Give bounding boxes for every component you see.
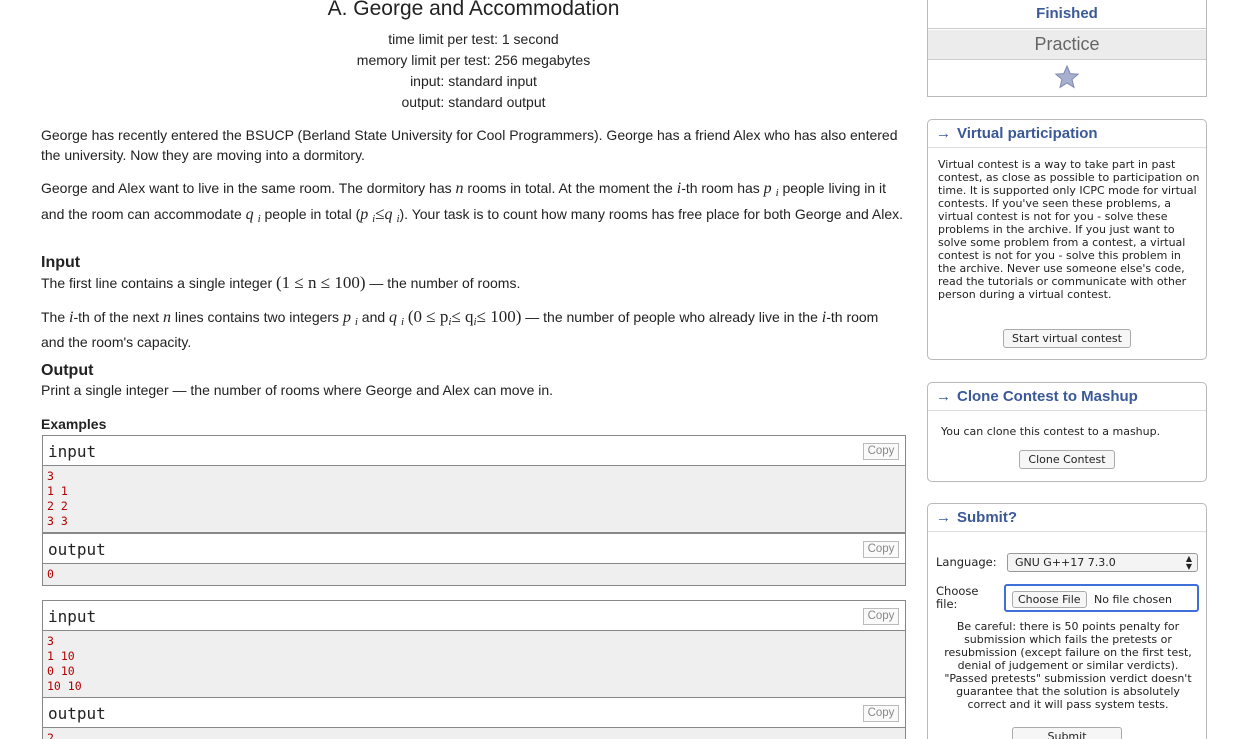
sample-input-2: input Copy 3 1 10 0 10 10 10 (42, 600, 906, 698)
submit-box: → Submit? Language: GNU G++17 7.3.0 ▲ ▼ Ch… (927, 503, 1207, 739)
copy-button[interactable]: Copy (863, 608, 899, 625)
clone-contest-button[interactable]: Clone Contest (1019, 450, 1115, 469)
choose-file-button[interactable]: Choose File (1012, 591, 1087, 608)
virtual-participation-title: → Virtual participation (928, 120, 1206, 148)
memory-limit: memory limit per test: 256 megabytes (356, 52, 591, 68)
input-file: input: standard input (410, 73, 537, 89)
clone-contest-box: → Clone Contest to Mashup You can clone t… (927, 382, 1207, 482)
language-select[interactable]: GNU G++17 7.3.0 ▲ ▼ (1007, 553, 1198, 572)
language-select-value: GNU G++17 7.3.0 (1015, 556, 1116, 569)
virtual-participation-text: Virtual contest is a way to take part in… (938, 158, 1200, 301)
sample-input-label: input (48, 442, 97, 461)
select-arrows-icon: ▲ ▼ (1185, 554, 1192, 571)
examples-title: Examples (41, 416, 107, 432)
sample-input-text: 3 1 10 0 10 10 10 (47, 634, 82, 693)
legend-paragraph-2: George and Alex want to live in the same… (41, 180, 904, 225)
contest-status-box: Finished Practice (927, 0, 1207, 97)
legend-paragraph-1: George has recently entered the BSUCP (B… (41, 127, 898, 163)
clone-contest-title: → Clone Contest to Mashup (928, 383, 1206, 411)
sample-output-1: output Copy 0 (42, 533, 906, 586)
copy-button[interactable]: Copy (863, 541, 899, 558)
penalty-warning: Be careful: there is 50 points penalty f… (944, 620, 1192, 711)
submit-title: → Submit? (928, 504, 1206, 532)
input-paragraph-2: The i-th of the next n lines contains tw… (41, 307, 879, 350)
output-paragraph: Print a single integer — the number of r… (41, 382, 554, 398)
sample-output-text: 0 (47, 567, 54, 581)
sample-output-text: 2 (47, 731, 54, 739)
time-limit: time limit per test: 1 second (388, 31, 559, 47)
output-file: output: standard output (401, 94, 546, 110)
favourite-star[interactable] (928, 63, 1206, 89)
submit-button[interactable]: Submit (1012, 727, 1122, 739)
contest-status[interactable]: Finished (928, 0, 1206, 29)
sample-input-1: input Copy 3 1 1 2 2 3 3 (42, 435, 906, 533)
sample-output-2: output Copy 2 (42, 697, 906, 739)
start-virtual-contest-button[interactable]: Start virtual contest (1003, 329, 1131, 348)
sample-output-label: output (48, 540, 106, 559)
output-section-title: Output (41, 362, 94, 379)
file-input[interactable]: Choose File No file chosen (1004, 584, 1199, 612)
input-section-title: Input (41, 254, 81, 271)
clone-contest-text: You can clone this contest to a mashup. (941, 425, 1161, 438)
file-status: No file chosen (1094, 593, 1172, 606)
sample-input-text: 3 1 1 2 2 3 3 (47, 469, 68, 528)
virtual-participation-box: → Virtual participation Virtual contest i… (927, 119, 1207, 360)
copy-button[interactable]: Copy (863, 705, 899, 722)
contest-mode: Practice (928, 30, 1206, 60)
choose-file-label: Choose file: (936, 584, 979, 611)
sample-input-label: input (48, 607, 97, 626)
language-label: Language: (936, 555, 997, 569)
sample-output-label: output (48, 704, 106, 723)
problem-title: A. George and Accommodation (327, 0, 620, 20)
copy-button[interactable]: Copy (863, 443, 899, 460)
star-icon[interactable] (1054, 64, 1080, 90)
input-paragraph-1: The first line contains a single integer… (41, 273, 521, 292)
